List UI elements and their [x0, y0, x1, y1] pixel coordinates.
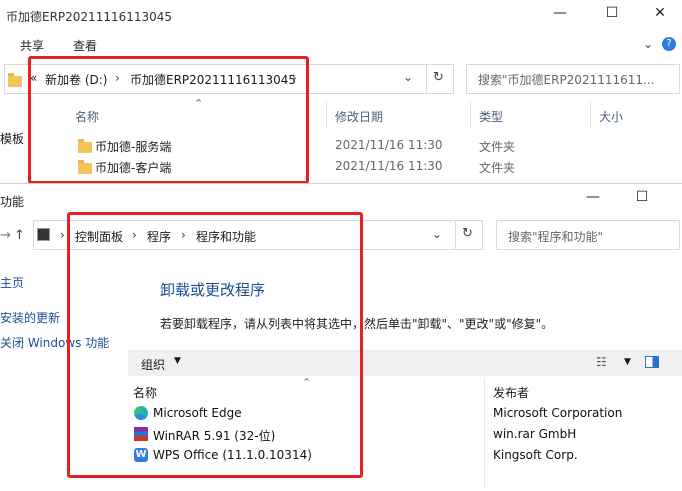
view-options-icon[interactable]: ☷ [596, 355, 607, 369]
search-placeholder: 搜索"程序和功能" [508, 230, 604, 244]
chevron-down-icon[interactable]: ⌄ [403, 70, 413, 84]
window-title: 币加德ERP20211116113045 [6, 10, 173, 24]
column-date[interactable]: 修改日期 [335, 108, 383, 125]
preview-pane-icon[interactable] [645, 356, 659, 368]
ribbon-expand-icon[interactable]: ⌄ [643, 37, 653, 51]
dropdown-arrow-icon[interactable]: ▼ [624, 357, 631, 367]
highlight-box [67, 212, 363, 478]
ribbon-tab-view[interactable]: 查看 [73, 37, 97, 54]
close-icon[interactable]: ✕ [645, 5, 675, 21]
row-date: 2021/11/16 11:30 [335, 138, 443, 152]
ribbon-tab-share[interactable]: 共享 [20, 37, 44, 54]
forward-icon[interactable]: → [0, 228, 11, 243]
program-publisher: win.rar GmbH [493, 427, 577, 441]
maximize-icon[interactable]: ☐ [597, 5, 627, 21]
chevron-down-icon[interactable]: ⌄ [432, 227, 442, 241]
program-publisher: Kingsoft Corp. [493, 448, 578, 462]
column-publisher[interactable]: 发布者 [493, 384, 529, 401]
row-date: 2021/11/16 11:30 [335, 159, 443, 173]
column-type[interactable]: 类型 [479, 108, 503, 125]
chevron-right-icon: › [60, 228, 65, 242]
search-placeholder: 搜索"币加德ERP2021111611... [478, 73, 655, 87]
explorer-window: 币加德ERP20211116113045 — ☐ ✕ 共享 查看 ⌄ ? « 新… [0, 0, 682, 184]
window-title: 功能 [0, 195, 25, 209]
row-type: 文件夹 [479, 140, 516, 154]
program-publisher: Microsoft Corporation [493, 406, 623, 420]
control-panel-icon [37, 228, 50, 241]
folder-icon [8, 73, 22, 87]
minimize-icon[interactable]: — [545, 5, 575, 21]
programs-window: 功能 — ☐ → ↑ › 控制面板 › 程序 › 程序和功能 ⌄ ↻ 搜索"程序… [0, 183, 682, 491]
refresh-icon: ↻ [462, 226, 473, 241]
link-home[interactable]: 主页 [0, 274, 24, 291]
column-divider[interactable] [326, 102, 327, 128]
refresh-icon: ↻ [433, 70, 444, 85]
column-divider[interactable] [590, 102, 591, 128]
up-icon[interactable]: ↑ [14, 228, 25, 243]
nav-pane-item[interactable]: 模板 [0, 130, 24, 147]
row-type: 文件夹 [479, 161, 516, 175]
column-size[interactable]: 大小 [599, 108, 623, 125]
column-divider[interactable] [470, 102, 471, 128]
highlight-box [28, 56, 309, 184]
help-icon[interactable]: ? [662, 37, 676, 51]
minimize-icon[interactable]: — [578, 189, 608, 205]
maximize-icon[interactable]: ☐ [627, 189, 657, 205]
link-installed-updates[interactable]: 安装的更新 [0, 309, 60, 326]
